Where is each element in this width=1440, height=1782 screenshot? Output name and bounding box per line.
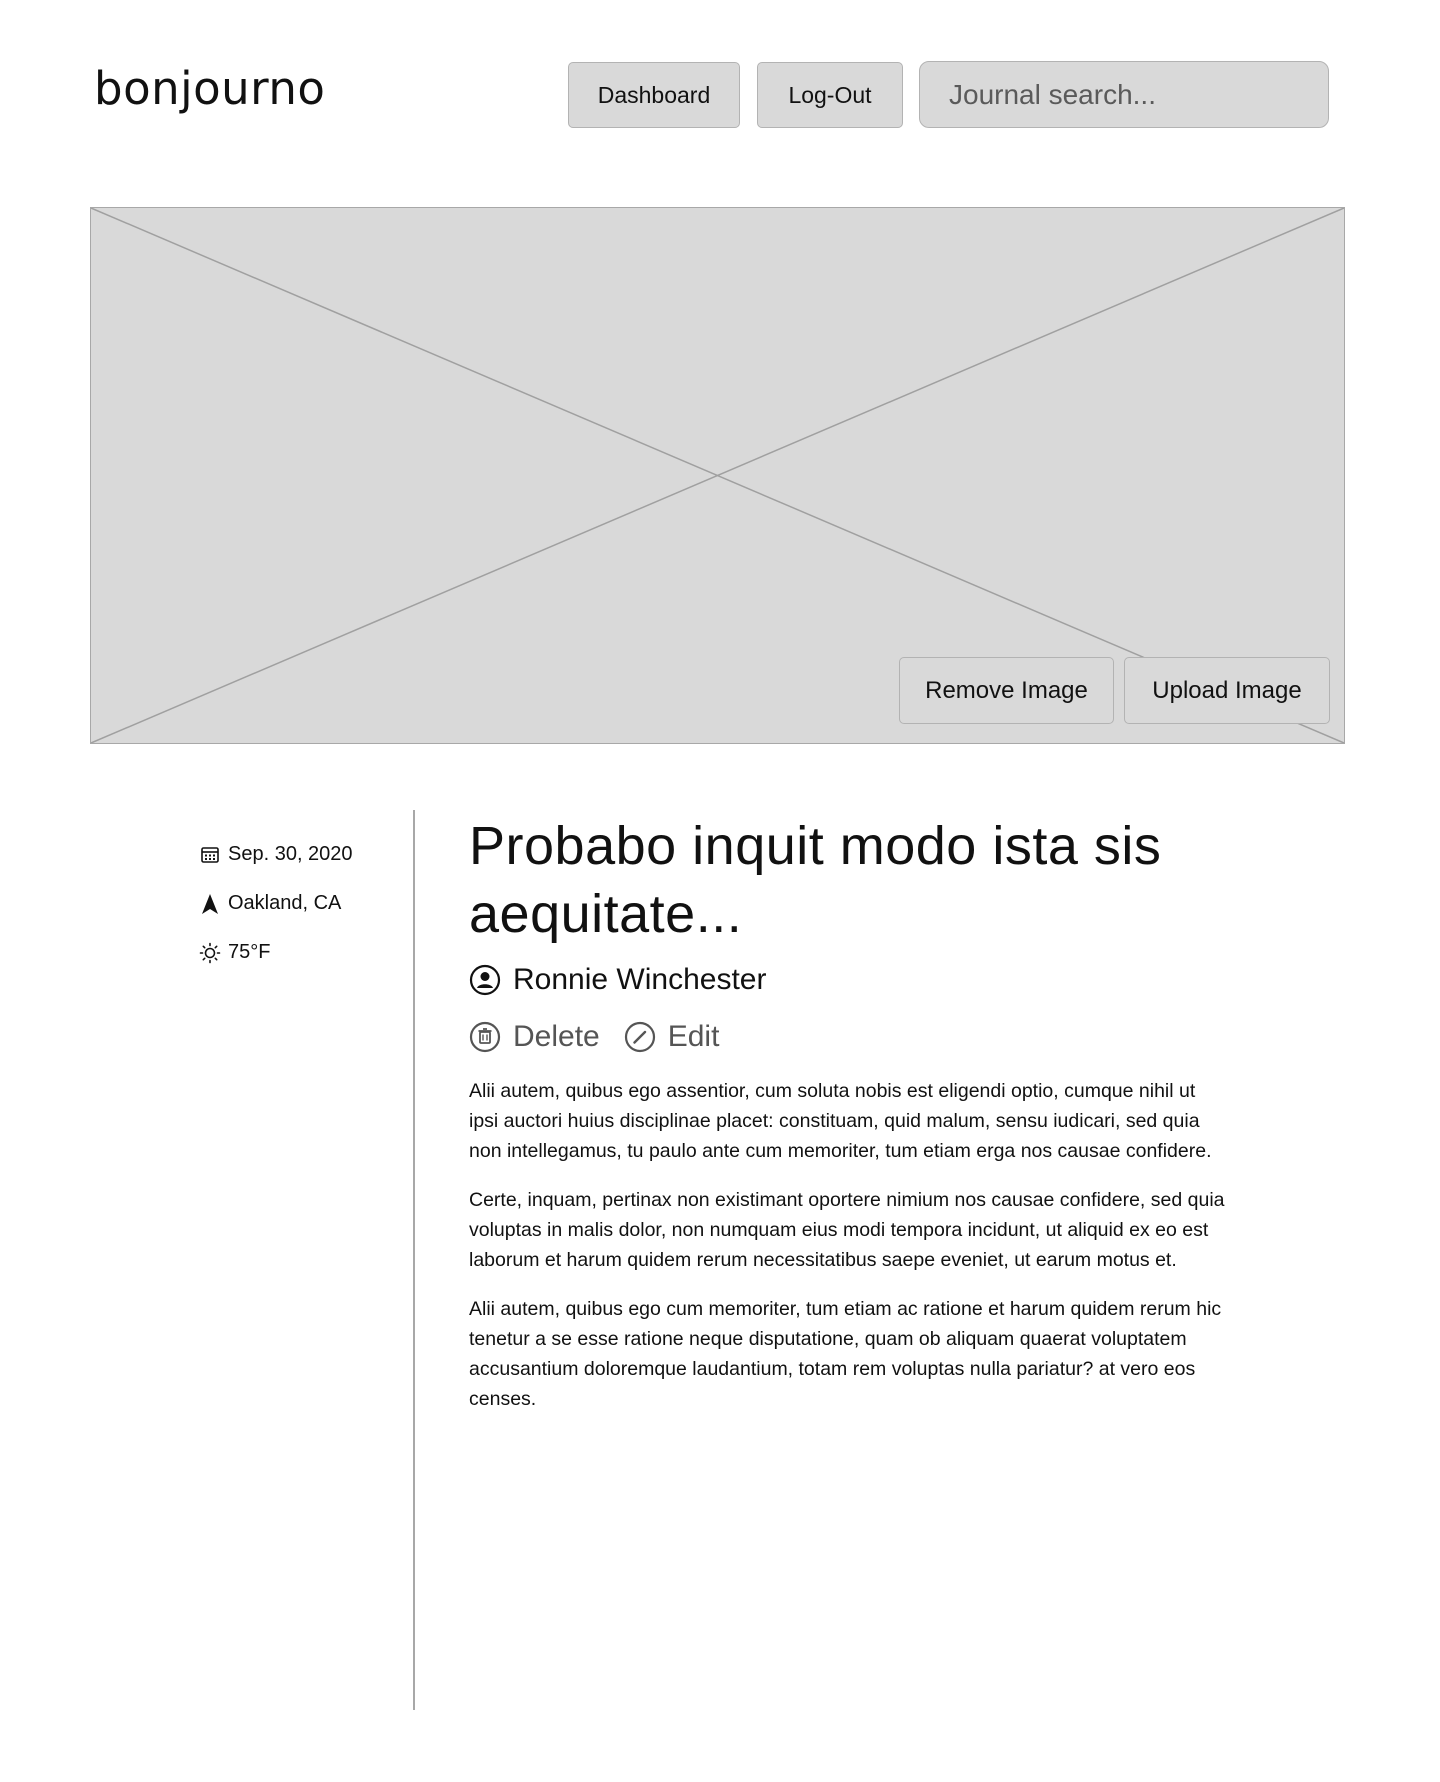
entry-location: Oakland, CA [199,892,341,915]
entry-date: Sep. 30, 2020 [199,843,353,866]
trash-icon [469,1021,501,1053]
app-logo[interactable]: bonjourno [94,62,325,115]
entry-author-name: Ronnie Winchester [513,963,767,996]
sidebar-divider [413,810,415,1710]
entry-actions: Delete Edit [469,1020,743,1054]
entry-weather-text: 75°F [228,941,271,963]
entry-weather: 75°F [199,941,270,964]
remove-image-button[interactable]: Remove Image [899,657,1114,724]
location-arrow-icon [199,893,221,915]
delete-button[interactable]: Delete [469,1020,600,1054]
entry-title: Probabo inquit modo ista sis aequitate..… [469,816,1162,944]
edit-button[interactable]: Edit [624,1020,720,1054]
dashboard-button[interactable]: Dashboard [568,62,740,128]
pencil-icon [624,1021,656,1053]
entry-paragraph: Alii autem, quibus ego cum memoriter, tu… [469,1298,1222,1410]
delete-label: Delete [513,1020,600,1053]
upload-image-button[interactable]: Upload Image [1124,657,1330,724]
entry-author: Ronnie Winchester [469,963,766,997]
entry-body: Alii autem, quibus ego assentior, cum so… [469,1076,1229,1433]
logout-button[interactable]: Log-Out [757,62,903,128]
entry-location-text: Oakland, CA [228,892,342,914]
entry-paragraph: Alii autem, quibus ego assentior, cum so… [469,1080,1212,1162]
journal-search-input[interactable] [919,61,1329,128]
entry-date-text: Sep. 30, 2020 [228,843,353,865]
edit-label: Edit [667,1020,720,1053]
user-circle-icon [469,964,501,996]
sun-icon [199,942,221,964]
calendar-icon [199,844,221,866]
journal-entry-page: bonjourno Dashboard Log-Out Remove Image… [0,0,1440,1782]
entry-paragraph: Certe, inquam, pertinax non existimant o… [469,1189,1225,1271]
